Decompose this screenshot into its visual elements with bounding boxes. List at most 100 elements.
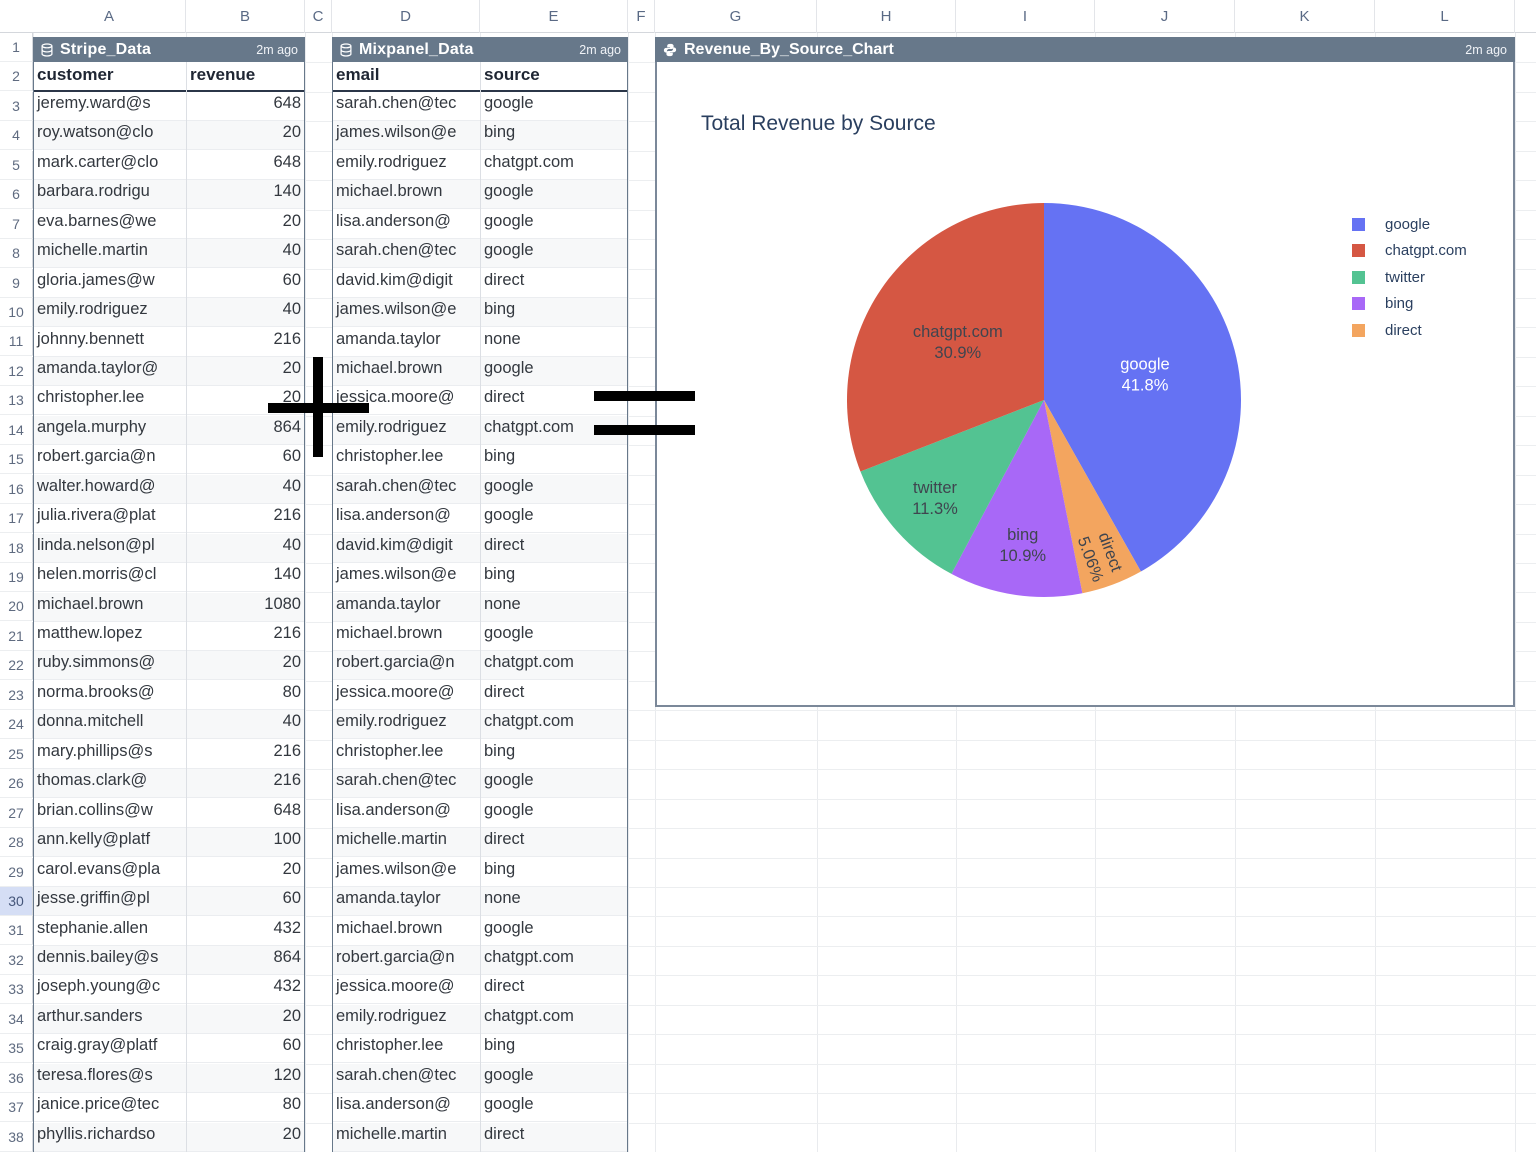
table-cell[interactable]: bing [480,740,628,768]
table-cell[interactable]: michael.brown [332,622,480,650]
row-number-15[interactable]: 15 [0,445,33,474]
table-cell[interactable]: 40 [186,239,305,267]
table-cell[interactable]: walter.howard@ [33,475,186,503]
table-cell[interactable]: roy.watson@clo [33,121,186,149]
chart-name[interactable]: Revenue_By_Source_Chart [684,41,894,59]
table-cell[interactable]: christopher.lee [332,445,480,473]
table-cell[interactable]: lisa.anderson@ [332,210,480,238]
table-cell[interactable]: 40 [186,475,305,503]
row-number-4[interactable]: 4 [0,121,33,150]
column-header-B[interactable]: B [186,0,305,33]
row-number-11[interactable]: 11 [0,327,33,356]
table-cell[interactable]: jesse.griffin@pl [33,887,186,915]
table-cell[interactable]: 216 [186,769,305,797]
table-cell[interactable]: 20 [186,858,305,886]
row-number-32[interactable]: 32 [0,946,33,975]
table-cell[interactable]: google [480,1064,628,1092]
row-number-14[interactable]: 14 [0,416,33,445]
row-number-10[interactable]: 10 [0,298,33,327]
table-cell[interactable]: 648 [186,799,305,827]
row-number-21[interactable]: 21 [0,622,33,651]
column-header-E[interactable]: E [480,0,628,33]
table-cell[interactable]: google [480,917,628,945]
table-cell[interactable]: eva.barnes@we [33,210,186,238]
table-cell[interactable]: 140 [186,180,305,208]
table-cell[interactable]: joseph.young@c [33,975,186,1003]
table-cell[interactable]: 40 [186,534,305,562]
mixpanel-table-header[interactable]: Mixpanel_Data 2m ago [332,37,628,62]
table-cell[interactable]: 40 [186,298,305,326]
table-cell[interactable]: bing [480,445,628,473]
table-cell[interactable]: 20 [186,651,305,679]
table-cell[interactable]: jessica.moore@ [332,681,480,709]
table-cell[interactable]: chatgpt.com [480,1005,628,1033]
table-cell[interactable]: google [480,799,628,827]
table-cell[interactable]: sarah.chen@tec [332,475,480,503]
table-cell[interactable]: emily.rodriguez [332,1005,480,1033]
row-number-37[interactable]: 37 [0,1093,33,1122]
column-header-C[interactable]: C [305,0,332,33]
table-cell[interactable]: 20 [186,1005,305,1033]
column-header-L[interactable]: L [1375,0,1515,33]
table-cell[interactable]: james.wilson@e [332,563,480,591]
table-cell[interactable]: david.kim@digit [332,534,480,562]
table-cell[interactable]: chatgpt.com [480,946,628,974]
table-name[interactable]: Mixpanel_Data [359,41,474,59]
column-header-G[interactable]: G [655,0,817,33]
table-cell[interactable]: dennis.bailey@s [33,946,186,974]
table-cell[interactable]: 120 [186,1064,305,1092]
row-number-31[interactable]: 31 [0,916,33,945]
table-cell[interactable]: 20 [186,121,305,149]
table-cell[interactable]: brian.collins@w [33,799,186,827]
table-cell[interactable]: james.wilson@e [332,298,480,326]
table-cell[interactable]: norma.brooks@ [33,681,186,709]
table-cell[interactable]: 80 [186,1093,305,1121]
table-cell[interactable]: emily.rodriguez [332,151,480,179]
table-cell[interactable]: ann.kelly@platf [33,828,186,856]
row-number-26[interactable]: 26 [0,769,33,798]
table-cell[interactable]: bing [480,121,628,149]
table-cell[interactable]: david.kim@digit [332,269,480,297]
table-cell[interactable]: michael.brown [332,917,480,945]
table-cell[interactable]: carol.evans@pla [33,858,186,886]
pie-chart[interactable]: google41.8%direct5.06%bing10.9%twitter11… [657,62,1513,703]
table-cell[interactable]: thomas.clark@ [33,769,186,797]
table-cell[interactable]: angela.murphy [33,416,186,444]
column-header-H[interactable]: H [817,0,956,33]
column-header-revenue[interactable]: revenue [186,62,305,90]
row-number-3[interactable]: 3 [0,92,33,121]
table-cell[interactable]: donna.mitchell [33,710,186,738]
column-header-email[interactable]: email [332,62,480,90]
table-cell[interactable]: 100 [186,828,305,856]
table-cell[interactable]: google [480,1093,628,1121]
table-cell[interactable]: 20 [186,357,305,385]
table-cell[interactable]: chatgpt.com [480,151,628,179]
legend-item-chatgpt.com[interactable]: chatgpt.com [1352,241,1467,261]
row-number-6[interactable]: 6 [0,180,33,209]
column-header-I[interactable]: I [956,0,1095,33]
legend-item-direct[interactable]: direct [1352,320,1422,340]
table-cell[interactable]: 864 [186,416,305,444]
table-cell[interactable]: 140 [186,563,305,591]
column-header-A[interactable]: A [33,0,186,33]
table-cell[interactable]: robert.garcia@n [332,651,480,679]
table-cell[interactable]: michael.brown [332,180,480,208]
table-cell[interactable]: jessica.moore@ [332,975,480,1003]
table-cell[interactable]: google [480,475,628,503]
table-cell[interactable]: bing [480,1034,628,1062]
table-cell[interactable]: direct [480,975,628,1003]
table-cell[interactable]: chatgpt.com [480,651,628,679]
table-cell[interactable]: google [480,769,628,797]
row-number-25[interactable]: 25 [0,740,33,769]
row-number-13[interactable]: 13 [0,386,33,415]
row-number-17[interactable]: 17 [0,504,33,533]
table-cell[interactable]: 60 [186,887,305,915]
table-cell[interactable]: 20 [186,1123,305,1151]
table-cell[interactable]: direct [480,828,628,856]
table-cell[interactable]: craig.gray@platf [33,1034,186,1062]
row-number-30[interactable]: 30 [0,887,33,916]
table-cell[interactable]: robert.garcia@n [332,946,480,974]
row-number-16[interactable]: 16 [0,475,33,504]
table-cell[interactable]: 60 [186,269,305,297]
table-cell[interactable]: johnny.bennett [33,328,186,356]
